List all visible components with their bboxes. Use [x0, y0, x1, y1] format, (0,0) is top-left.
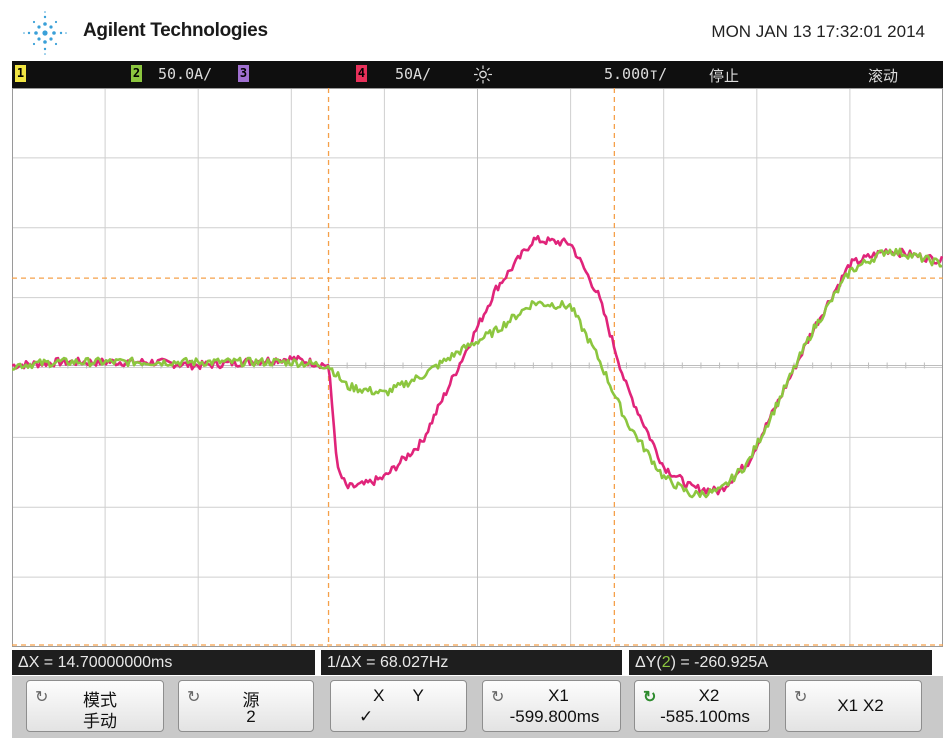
mode-softkey[interactable]: ↻ 模式 手动: [26, 680, 164, 732]
x1-label: X1: [548, 686, 569, 705]
ch3-badge[interactable]: 3: [238, 65, 249, 82]
xy-select-softkey[interactable]: X Y ✓: [330, 680, 467, 732]
x1-x2-label: X1 X2: [837, 696, 884, 715]
agilent-spark-logo-icon: [23, 11, 67, 55]
channel-status-bar: 1 2 50.0A/ 3 4 50A/ 5.000т/ 停止 滚动: [12, 61, 943, 88]
datetime: MON JAN 13 17:32:01 2014: [711, 22, 925, 41]
run-state: 停止: [709, 67, 740, 85]
source-value: 2: [246, 707, 256, 726]
x2-cursor-softkey[interactable]: ↻ X2 -585.100ms: [634, 680, 770, 732]
delta-y-value: ) = -260.925A: [670, 654, 768, 671]
trigger-icon: [474, 65, 492, 84]
delta-y-readout: ΔY(2) = -260.925A: [629, 650, 932, 675]
x2-label: X2: [698, 686, 720, 705]
x2-value: -585.100ms: [660, 707, 750, 726]
ch4-scale: 50A/: [395, 65, 432, 83]
mode-value: 手动: [83, 712, 117, 732]
x1-x2-softkey[interactable]: ↻ X1 X2: [785, 680, 922, 732]
x1-cursor-softkey[interactable]: ↻ X1 -599.800ms: [482, 680, 621, 732]
waveform-display: [11, 88, 944, 647]
ch1-badge[interactable]: 1: [15, 65, 26, 82]
x1-value: -599.800ms: [509, 707, 600, 726]
delta-y-channel: 2: [661, 654, 671, 671]
acquisition-mode: 滚动: [868, 67, 899, 85]
waveform-plot: [11, 88, 944, 647]
brand-name: Agilent Technologies: [83, 20, 268, 41]
ch2-badge[interactable]: 2: [131, 65, 142, 82]
header: Agilent Technologies MON JAN 13 17:32:01…: [0, 0, 951, 60]
ch2-scale: 50.0A/: [158, 65, 213, 83]
delta-y-prefix: ΔY(: [635, 654, 662, 671]
xy-label: X Y: [373, 686, 424, 705]
delta-x-readout: ΔX = 14.70000000ms: [12, 650, 315, 675]
source-softkey[interactable]: ↻ 源 2: [178, 680, 314, 732]
timebase-scale: 5.000т/: [604, 65, 668, 83]
xy-check-icon: ✓: [359, 707, 374, 726]
ch4-badge[interactable]: 4: [356, 65, 367, 82]
softkey-bar: ↻ 模式 手动 ↻ 源 2 X Y ✓ ↻ X1 -599.800ms ↻ X2…: [12, 676, 943, 738]
inverse-delta-x-readout: 1/ΔX = 68.027Hz: [321, 650, 622, 675]
